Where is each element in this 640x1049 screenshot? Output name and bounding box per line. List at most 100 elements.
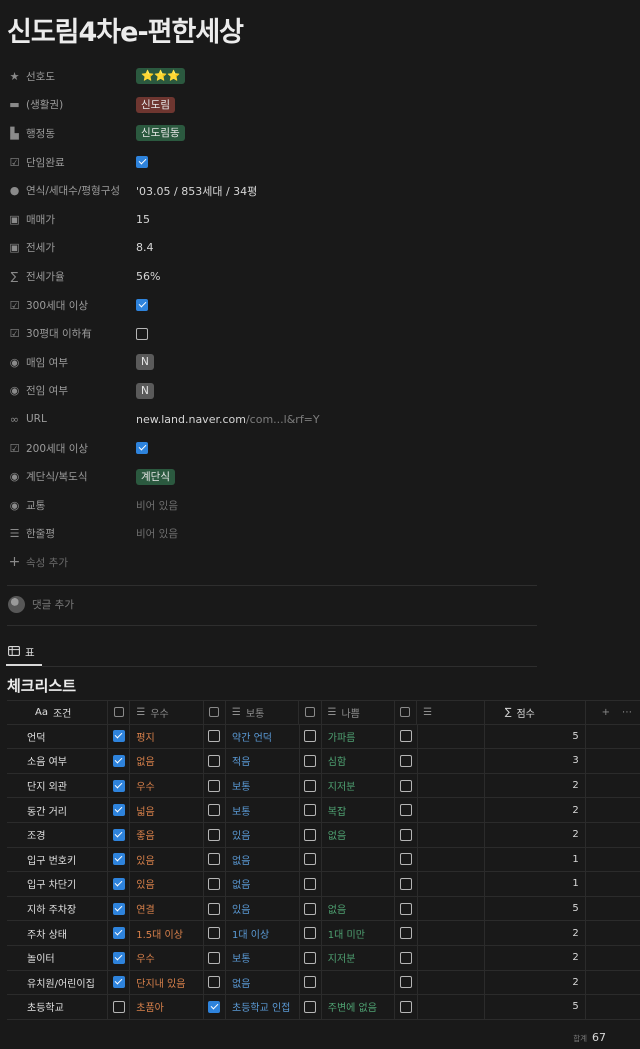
score-cell[interactable]: 1 xyxy=(485,847,586,872)
property-value[interactable]: new.land.naver.com/com...l&rf=Y xyxy=(136,413,320,426)
property-value[interactable]: 56% xyxy=(136,270,160,283)
checkbox-extra[interactable] xyxy=(399,730,412,743)
row-name[interactable]: 동간 거리 xyxy=(7,798,109,822)
checkbox-cell[interactable] xyxy=(204,822,226,847)
row-name[interactable]: 조경 xyxy=(7,822,109,847)
property-label[interactable]: ◉ 전임 여부 xyxy=(8,383,68,398)
checkbox-cell[interactable] xyxy=(395,970,418,995)
checkbox-cell[interactable] xyxy=(204,724,226,749)
prop-sale-price[interactable]: ▣ 매매가 15 xyxy=(0,205,640,234)
score-cell[interactable]: 5 xyxy=(485,896,586,921)
property-label[interactable]: ☑ 200세대 이상 xyxy=(8,441,88,456)
bad-cell[interactable] xyxy=(322,970,396,995)
untitled-cell[interactable] xyxy=(418,921,486,945)
checkbox-cell[interactable] xyxy=(204,995,226,1019)
text-value[interactable]: '03.05 / 853세대 / 34평 xyxy=(136,183,257,199)
good-cell[interactable]: 1.5대 이상 xyxy=(130,921,204,945)
untitled-cell[interactable] xyxy=(418,896,486,921)
prop-sale-availability[interactable]: ◉ 매임 여부 N xyxy=(0,348,640,377)
bad-cell[interactable]: 복잡 xyxy=(322,798,396,822)
prop-jeonse-price[interactable]: ▣ 전세가 8.4 xyxy=(0,234,640,263)
checkbox-cell[interactable] xyxy=(395,945,418,970)
empty-value[interactable]: 비어 있음 xyxy=(136,526,178,541)
checkbox-normal[interactable] xyxy=(208,754,221,767)
prop-year-units[interactable]: ● 연식/세대수/평형구성 '03.05 / 853세대 / 34평 xyxy=(0,176,640,205)
untitled-cell[interactable] xyxy=(418,724,486,749)
checkbox-cell[interactable] xyxy=(204,970,226,995)
checkbox-bad[interactable] xyxy=(304,754,317,767)
checkbox-extra[interactable] xyxy=(399,754,412,767)
row-name[interactable]: 초등학교 xyxy=(7,995,109,1019)
good-cell[interactable]: 초품아 xyxy=(130,995,204,1019)
bad-cell[interactable]: 1대 미만 xyxy=(322,921,396,945)
page-title[interactable]: 신도림4차e-편한세상 xyxy=(7,10,244,49)
checkbox-extra[interactable] xyxy=(399,976,412,989)
normal-cell[interactable]: 있음 xyxy=(226,822,300,847)
bad-cell[interactable] xyxy=(322,872,396,896)
score-cell[interactable]: 5 xyxy=(485,995,586,1019)
checkbox-cell[interactable] xyxy=(395,872,418,896)
checkbox-cell[interactable] xyxy=(204,773,226,798)
checkbox-cell[interactable] xyxy=(300,970,322,995)
checkbox-normal[interactable] xyxy=(208,779,221,792)
property-label[interactable]: ★ 선호도 xyxy=(8,69,55,84)
table-row[interactable]: 소음 여부 없음 적음 심함 3 xyxy=(7,749,640,774)
good-cell[interactable]: 우수 xyxy=(130,773,204,798)
table-row[interactable]: 초등학교 초품아 초등학교 인접 주변에 없음 5 xyxy=(7,995,640,1020)
normal-cell[interactable]: 없음 xyxy=(226,872,300,896)
checkbox-extra[interactable] xyxy=(399,902,412,915)
checkbox-normal[interactable] xyxy=(208,730,221,743)
table-row[interactable]: 유치원/어린이집 단지내 있음 없음 2 xyxy=(7,970,640,996)
checkbox-cell[interactable] xyxy=(300,872,322,896)
prop-transport[interactable]: ◉ 교통 비어 있음 xyxy=(0,491,640,520)
header-good[interactable]: ☰ 우수 xyxy=(130,701,204,724)
text-value[interactable]: 8.4 xyxy=(136,241,154,254)
checkbox-cell[interactable] xyxy=(204,872,226,896)
table-row[interactable]: 주차 상태 1.5대 이상 1대 이상 1대 미만 2 xyxy=(7,921,640,946)
checkbox-bad[interactable] xyxy=(304,853,317,866)
property-label[interactable]: ● 연식/세대수/평형구성 xyxy=(8,183,120,198)
checkbox-bad[interactable] xyxy=(304,877,317,890)
property-value[interactable]: 계단식 xyxy=(136,468,175,485)
prop-single-complete[interactable]: ☑ 단임완료 xyxy=(0,148,640,177)
more-options-icon[interactable]: ⋯ xyxy=(622,707,632,718)
tag[interactable]: N xyxy=(136,354,154,371)
good-cell[interactable]: 단지내 있음 xyxy=(130,970,204,995)
checkbox-normal[interactable] xyxy=(208,976,221,989)
property-value[interactable]: 신도림동 xyxy=(136,125,185,142)
property-label[interactable]: ▙ 행정동 xyxy=(8,126,55,141)
checkbox-bad[interactable] xyxy=(304,976,317,989)
score-cell[interactable]: 2 xyxy=(485,970,586,995)
untitled-cell[interactable] xyxy=(418,945,486,970)
url-link[interactable]: new.land.naver.com xyxy=(136,413,246,426)
checkbox-cell[interactable] xyxy=(108,945,131,970)
checkbox-bad[interactable] xyxy=(304,804,317,817)
header-normal[interactable]: ☰ 보통 xyxy=(226,701,300,724)
checkbox-bad[interactable] xyxy=(304,951,317,964)
checkbox[interactable] xyxy=(136,442,148,455)
checkbox-bad[interactable] xyxy=(304,902,317,915)
property-label[interactable]: ◉ 교통 xyxy=(8,498,46,513)
empty-value[interactable]: 비어 있음 xyxy=(136,498,178,513)
good-cell[interactable]: 평지 xyxy=(130,724,204,749)
table-row[interactable]: 놀이터 우수 보통 지저분 2 xyxy=(7,945,640,971)
property-label[interactable]: ☰ 한줄평 xyxy=(8,526,55,541)
untitled-cell[interactable] xyxy=(418,773,486,798)
checkbox-cell[interactable] xyxy=(204,921,226,945)
prop-one-line-review[interactable]: ☰ 한줄평 비어 있음 xyxy=(0,520,640,549)
checkbox-cell[interactable] xyxy=(300,921,322,945)
normal-cell[interactable]: 약간 언덕 xyxy=(226,724,300,749)
checkbox-normal[interactable] xyxy=(208,951,221,964)
property-value[interactable]: 비어 있음 xyxy=(136,498,178,513)
table-row[interactable]: 지하 주차장 연결 있음 없음 5 xyxy=(7,896,640,922)
checkbox-cell[interactable] xyxy=(204,798,226,822)
checkbox-good[interactable] xyxy=(112,1000,125,1013)
untitled-cell[interactable] xyxy=(418,798,486,822)
row-name[interactable]: 언덕 xyxy=(7,724,109,749)
checkbox-cell[interactable] xyxy=(108,773,131,798)
checkbox-cell[interactable] xyxy=(395,749,418,773)
checkbox-cell[interactable] xyxy=(300,749,322,773)
checkbox-good[interactable] xyxy=(112,976,125,989)
normal-cell[interactable]: 적음 xyxy=(226,749,300,773)
checkbox-cell[interactable] xyxy=(395,724,418,749)
